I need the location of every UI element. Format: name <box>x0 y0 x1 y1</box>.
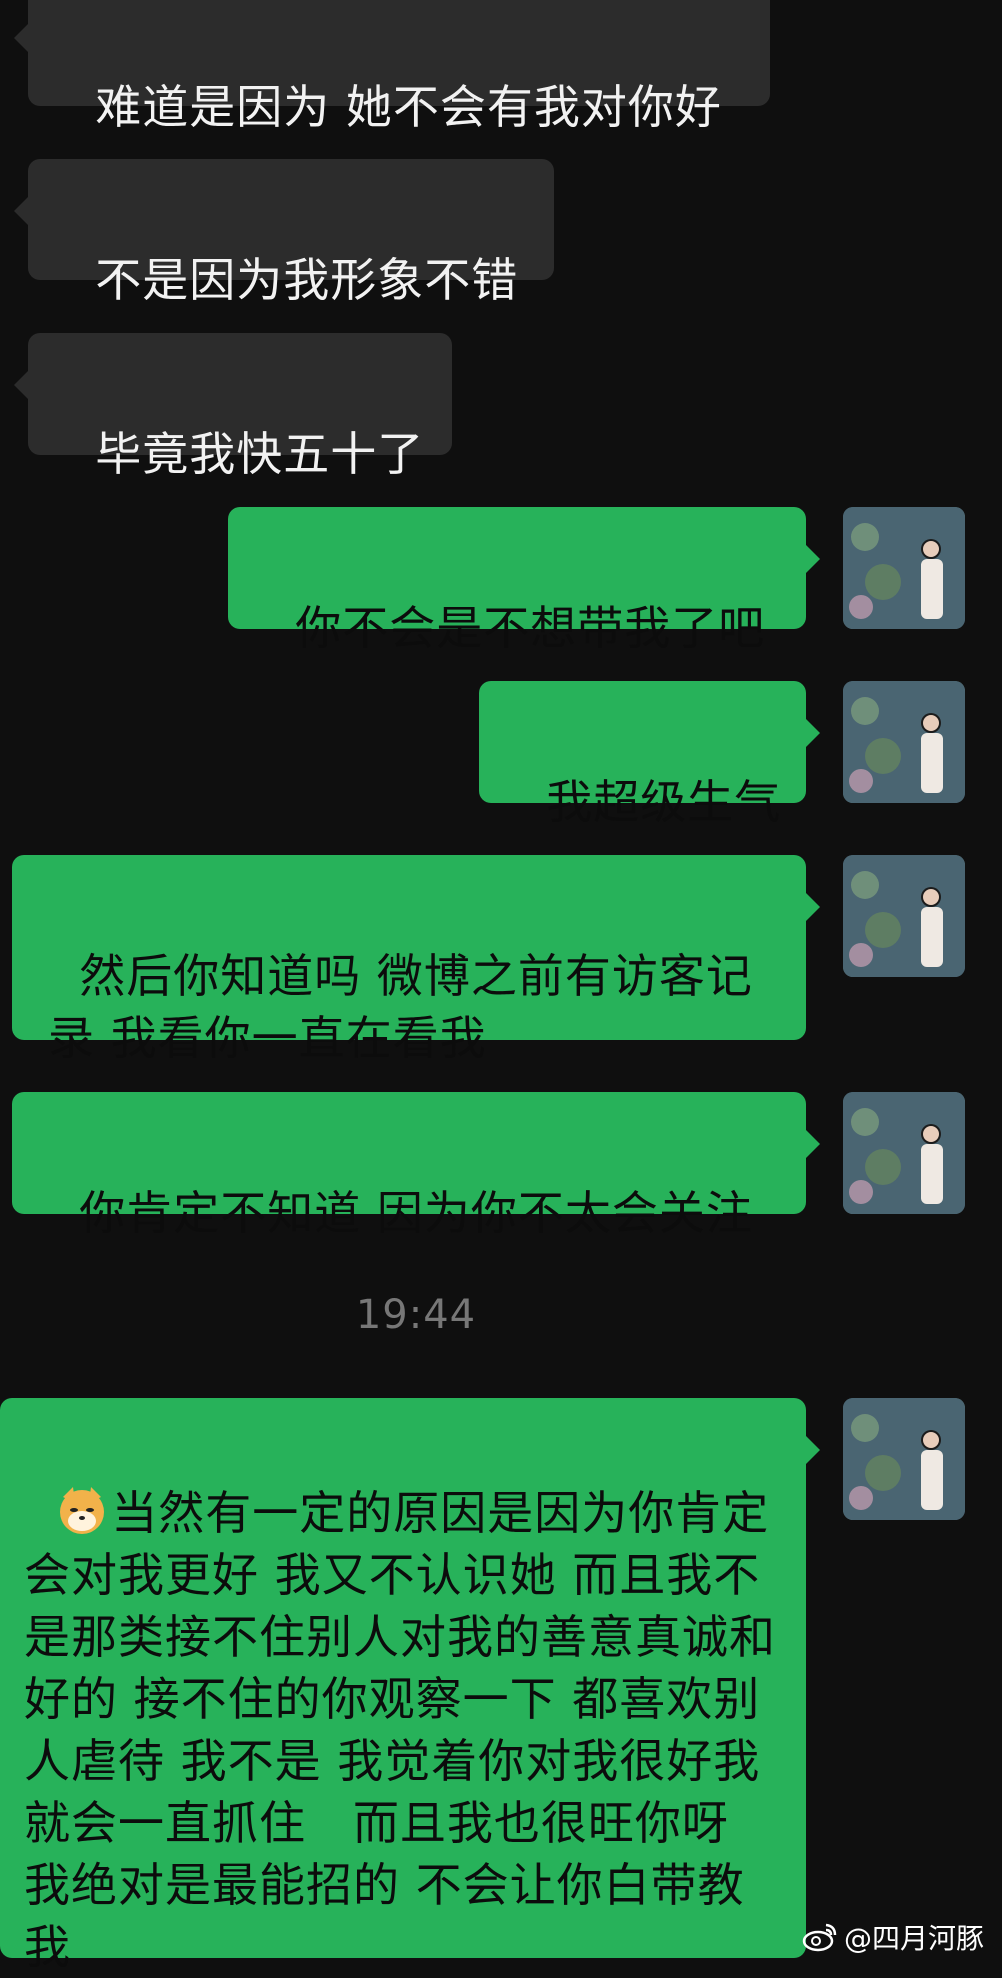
avatar-icon <box>843 855 965 977</box>
message-text: 难道是因为 她不会有我对你好 <box>95 80 722 134</box>
message-text: 我超级生气 <box>546 775 782 829</box>
message-text: 然后你知道吗 微博之前有访客记录 我看你一直在看我 <box>48 949 753 1065</box>
avatar[interactable] <box>843 507 965 629</box>
message-bubble-outgoing[interactable]: 当然有一定的原因是因为你肯定会对我更好 我又不认识她 而且我不是那类接不住别人对… <box>0 1398 820 1974</box>
message-text: 当然有一定的原因是因为你肯定会对我更好 我又不认识她 而且我不是那类接不住别人对… <box>24 1486 776 1974</box>
avatar-icon <box>843 507 965 629</box>
message-bubble-outgoing[interactable]: 你肯定不知道 因为你不太会关注 <box>12 1092 820 1240</box>
avatar[interactable] <box>843 681 965 803</box>
avatar[interactable] <box>843 855 965 977</box>
message-text: 不是因为我形象不错 <box>95 253 519 307</box>
watermark: @四月河豚 <box>802 1917 984 1957</box>
message-bubble-incoming[interactable]: 毕竟我快五十了 <box>14 333 452 481</box>
avatar-icon <box>843 1092 965 1214</box>
avatar-icon <box>843 681 965 803</box>
message-bubble-incoming[interactable]: 不是因为我形象不错 <box>14 159 554 307</box>
message-bubble-outgoing[interactable]: 你不会是不想带我了吧 <box>228 507 820 655</box>
message-bubble-incoming[interactable]: 难道是因为 她不会有我对你好 <box>14 0 770 134</box>
message-text: 你肯定不知道 因为你不太会关注 <box>79 1186 753 1240</box>
timestamp: 19:44 <box>355 1292 477 1338</box>
doge-emoji-icon <box>60 1487 105 1534</box>
avatar-icon <box>843 1398 965 1520</box>
weibo-icon <box>802 1923 837 1952</box>
avatar[interactable] <box>843 1398 965 1520</box>
message-text: 你不会是不想带我了吧 <box>295 601 766 655</box>
watermark-text: @四月河豚 <box>843 1922 984 1955</box>
avatar[interactable] <box>843 1092 965 1214</box>
message-bubble-outgoing[interactable]: 然后你知道吗 微博之前有访客记录 我看你一直在看我 <box>12 855 820 1065</box>
message-text: 毕竟我快五十了 <box>95 427 425 481</box>
message-bubble-outgoing[interactable]: 我超级生气 <box>479 681 820 829</box>
